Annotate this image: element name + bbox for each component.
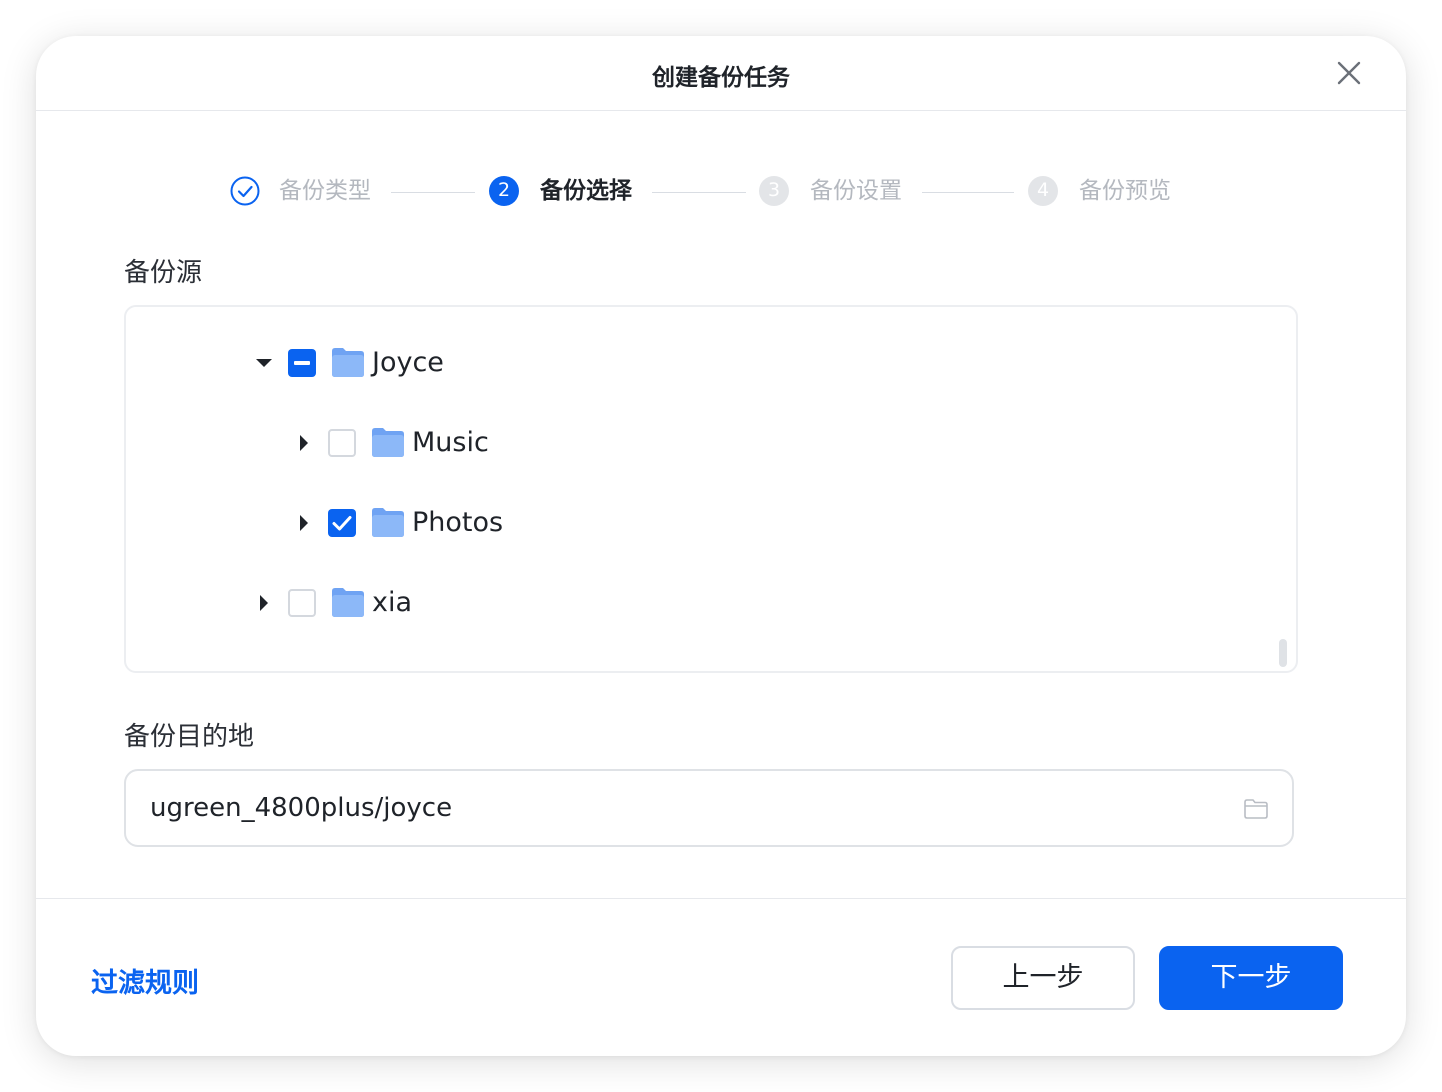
step-connector [391,192,475,193]
filter-rules-link[interactable]: 过滤规则 [91,961,199,1000]
checkbox-unchecked[interactable] [288,589,316,617]
caret-right-icon[interactable] [300,435,308,451]
checkbox-unchecked[interactable] [328,429,356,457]
checkbox-checked[interactable] [328,509,356,537]
step-label: 备份预览 [1079,178,1171,204]
dialog-title: 创建备份任务 [652,65,790,91]
step-number-badge: 4 [1028,176,1058,206]
node-label: Music [412,427,489,458]
step-label: 备份类型 [279,178,371,204]
footer-divider [36,898,1406,899]
destination-label: 备份目的地 [124,722,255,752]
destination-path-value[interactable]: ugreen_4800plus/joyce [150,793,452,823]
previous-step-button[interactable]: 上一步 [951,946,1135,1010]
caret-down-icon[interactable] [256,359,272,367]
caret-right-icon[interactable] [300,515,308,531]
step-number-badge: 2 [489,176,519,206]
step-connector [922,192,1014,193]
folder-icon [372,428,404,457]
step-label: 备份设置 [810,178,902,204]
step-label: 备份选择 [540,178,632,204]
caret-right-icon[interactable] [260,595,268,611]
close-button[interactable] [1334,58,1364,88]
check-icon [332,516,352,531]
folder-icon [332,348,364,377]
folder-icon [332,588,364,617]
destination-path-field[interactable]: ugreen_4800plus/joyce [124,769,1294,847]
check-circle-icon [230,176,260,206]
create-backup-dialog: 创建备份任务 备份类型 2 备份选择 3 备份设置 4 备份预览 备份源 Joy… [36,36,1406,1056]
source-tree[interactable]: Joyce Music Photos xia [124,305,1298,673]
folder-icon [372,508,404,537]
folder-outline-icon[interactable] [1243,798,1269,820]
node-label: Joyce [372,347,444,378]
checkbox-indeterminate[interactable] [288,349,316,377]
step-connector [652,192,746,193]
tree-scrollbar[interactable] [1279,639,1287,667]
next-step-button[interactable]: 下一步 [1159,946,1343,1010]
dialog-header: 创建备份任务 [36,36,1406,111]
close-icon [1337,61,1361,85]
step-number-badge: 3 [759,176,789,206]
node-label: Photos [412,507,504,538]
node-label: xia [372,587,413,618]
source-label: 备份源 [124,258,203,288]
